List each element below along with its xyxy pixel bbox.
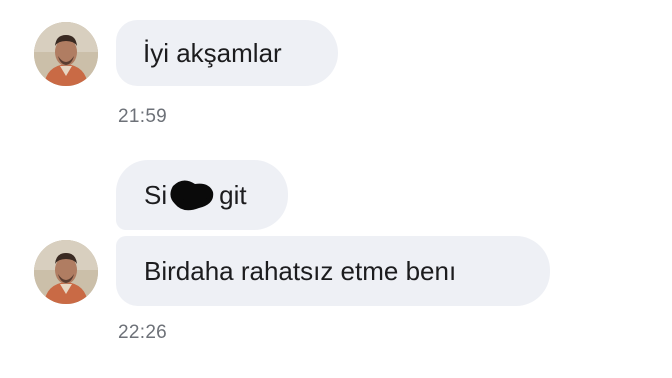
- message-text-start: Si: [144, 180, 168, 210]
- message-bubble-greeting[interactable]: İyi akşamlar: [116, 20, 338, 86]
- avatar[interactable]: [34, 240, 98, 304]
- avatar-photo: [34, 240, 98, 304]
- message-text: İyi akşamlar: [143, 38, 282, 68]
- message-timestamp: 21:59: [118, 106, 168, 127]
- message-text-end: git: [219, 180, 247, 210]
- message-timestamp: 22:26: [118, 322, 168, 343]
- avatar[interactable]: [34, 22, 98, 86]
- redaction-scribble: [169, 178, 215, 212]
- message-bubble-redacted[interactable]: Si git: [116, 160, 288, 230]
- avatar-photo: [34, 22, 98, 86]
- message-text: Birdaha rahatsız etme benı: [144, 256, 457, 286]
- message-bubble-reply[interactable]: Birdaha rahatsız etme benı: [116, 236, 550, 306]
